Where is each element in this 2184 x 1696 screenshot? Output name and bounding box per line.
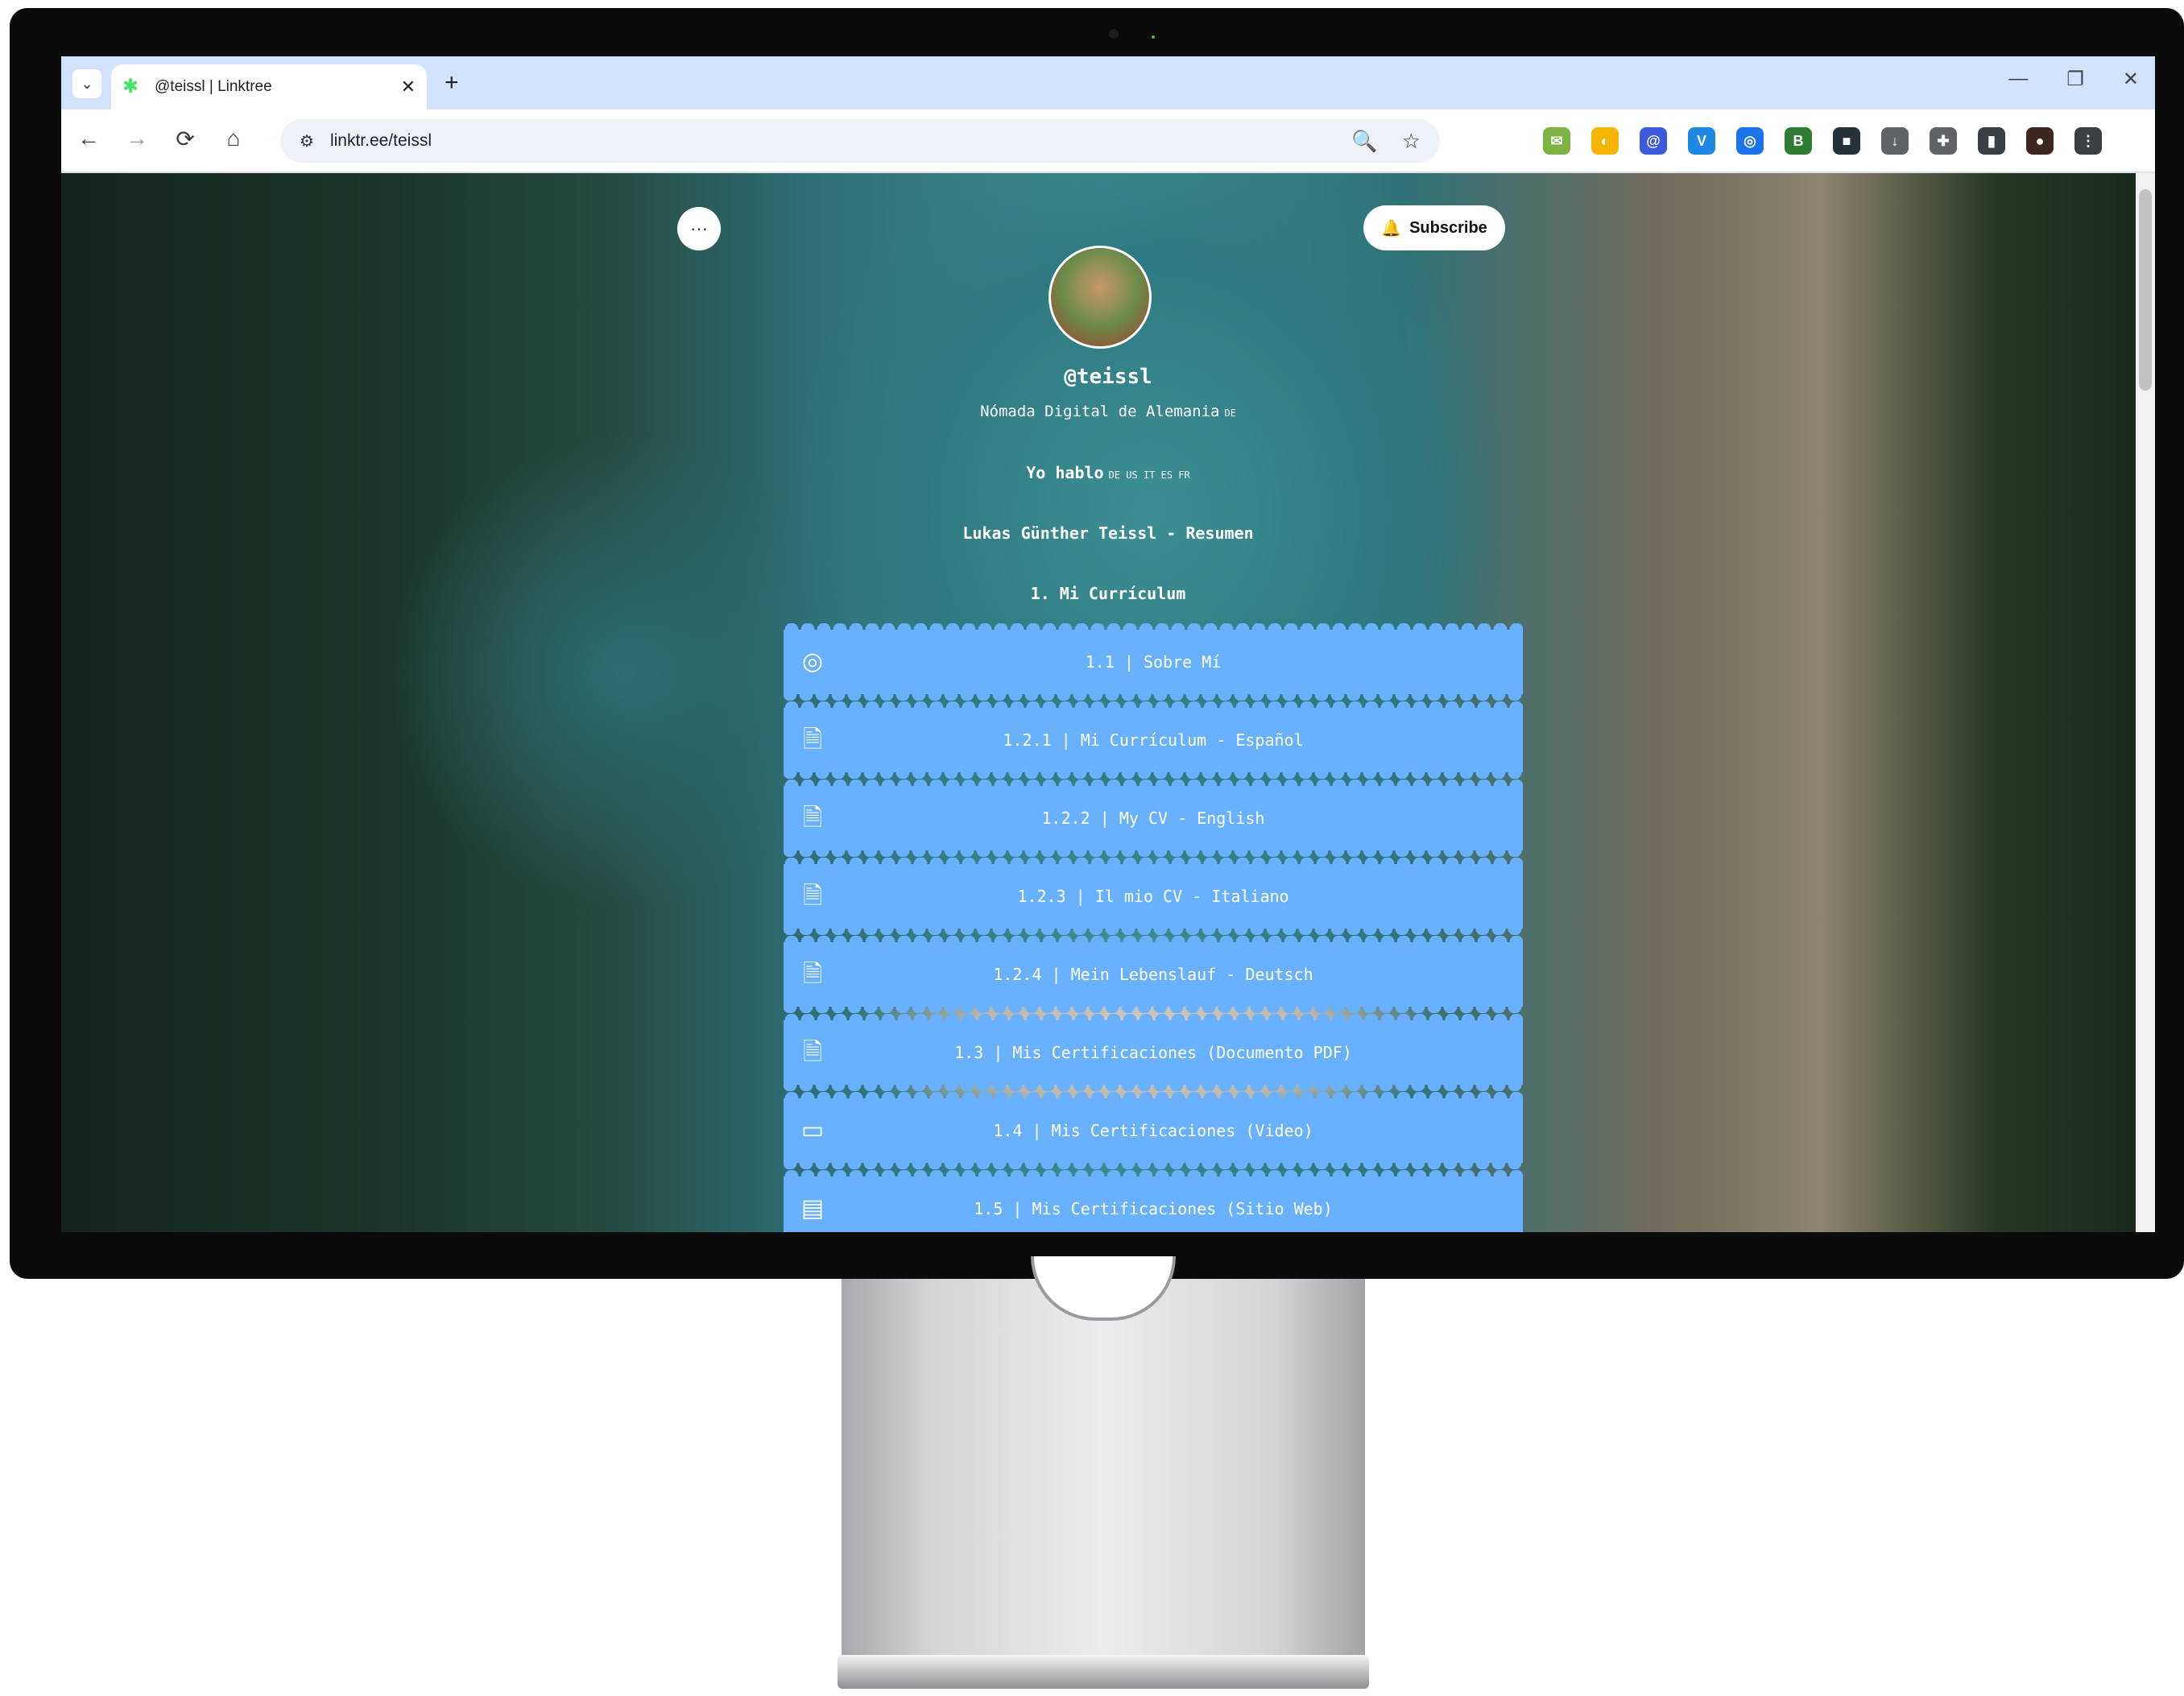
languages-label: Yo hablo (1026, 463, 1104, 482)
link-button[interactable]: 🗎 1.2.3 | Il mio CV - Italiano (784, 858, 1523, 929)
subscribe-button[interactable]: 🔔 Subscribe (1363, 205, 1505, 250)
link-label: 1.3 | Mis Certificaciones (Documento PDF… (954, 1043, 1352, 1062)
profile-bio: Nómada Digital de Alemania DE (61, 403, 2155, 420)
link-label: 1.2.3 | Il mio CV - Italiano (1017, 887, 1289, 906)
browser-toolbar: ← → ⟳ ⌂ ⚙ linktr.ee/teissl 🔍 ☆ ✉ ◐ @ V ◎ B ■ ↓ ✚… (61, 110, 2155, 172)
back-icon[interactable]: ← (72, 126, 105, 151)
zoom-icon[interactable]: 🔍 (1351, 129, 1377, 154)
home-icon[interactable]: ⌂ (217, 126, 250, 151)
document-icon: 🗎 (802, 726, 823, 753)
restore-icon[interactable]: ❐ (2066, 68, 2084, 91)
forward-icon[interactable]: → (121, 126, 153, 151)
puzzle-extensions-icon[interactable]: ✚ (1930, 127, 1957, 155)
bookmark-star-icon[interactable]: ☆ (1402, 129, 1421, 154)
subscribe-label: Subscribe (1409, 218, 1487, 237)
link-label: 1.2.4 | Mein Lebenslauf - Deutsch (993, 965, 1313, 984)
germany-flag-icon: DE (1224, 407, 1236, 419)
link-label: 1.5 | Mis Certificaciones (Sitio Web) (974, 1199, 1333, 1218)
page-viewport: ··· 🔔 Subscribe @teissl Nómada Digital d… (61, 173, 2155, 1232)
at-extension-icon[interactable]: @ (1640, 127, 1667, 155)
chevron-down-icon[interactable]: ⌄ (72, 69, 101, 98)
monitor-stand-base (838, 1655, 1369, 1689)
link-label: 1.1 | Sobre Mí (1085, 652, 1222, 672)
link-button[interactable]: ▭ 1.4 | Mis Certificaciones (Video) (784, 1092, 1523, 1163)
profile-avatar-icon[interactable]: ● (2026, 127, 2054, 155)
link-label: 1.2.2 | My CV - English (1041, 809, 1265, 828)
url-text[interactable]: linktr.ee/teissl (330, 131, 1327, 151)
camera-icon (1109, 29, 1119, 39)
link-label: 1.2.1 | Mi Currículum - Español (1003, 730, 1304, 750)
address-bar[interactable]: ⚙ linktr.ee/teissl 🔍 ☆ (280, 119, 1440, 163)
close-icon[interactable]: ✕ (401, 77, 416, 97)
inbox-extension-icon[interactable]: ✉ (1543, 127, 1570, 155)
browser-window: ⌄ ✱ @teissl | Linktree ✕ + — ❐ ✕ ← → ⟳ ⌂… (61, 56, 2155, 1232)
section-heading: 1. Mi Currículum (1030, 584, 1186, 603)
tab-bar: ⌄ ✱ @teissl | Linktree ✕ + — ❐ ✕ (61, 56, 2155, 110)
resumen-heading: Lukas Günther Teissl - Resumen (962, 523, 1254, 543)
pacman-extension-icon[interactable]: ◐ (1591, 127, 1619, 155)
document-icon: 🗎 (802, 961, 823, 987)
link-list: ◎ 1.1 | Sobre Mí 🗎 1.2.1 | Mi Currículum - … (784, 623, 1523, 1232)
link-button[interactable]: 🗎 1.3 | Mis Certificaciones (Documento PD… (784, 1014, 1523, 1085)
circle-extension-icon[interactable]: ◎ (1736, 127, 1764, 155)
vimeo-extension-icon[interactable]: V (1688, 127, 1715, 155)
dark-extension-icon[interactable]: ■ (1833, 127, 1860, 155)
chrome-icon: ◎ (801, 648, 824, 675)
tab-linktree[interactable]: ✱ @teissl | Linktree ✕ (111, 64, 427, 110)
link-label: 1.4 | Mis Certificaciones (Video) (993, 1121, 1313, 1140)
site-info-icon[interactable]: ⚙ (300, 131, 314, 151)
more-options-button[interactable]: ··· (677, 207, 721, 250)
profile-handle: @teissl (1064, 365, 1152, 389)
window-close-icon[interactable]: ✕ (2123, 68, 2139, 91)
scrollbar[interactable] (2136, 173, 2155, 1232)
document-icon: 🗎 (802, 1039, 823, 1065)
monitor-stand (842, 1279, 1365, 1657)
link-button[interactable]: ◎ 1.1 | Sobre Mí (784, 623, 1523, 694)
reload-icon[interactable]: ⟳ (169, 126, 201, 152)
link-button[interactable]: 🗎 1.2.2 | My CV - English (784, 780, 1523, 850)
document-icon: 🗎 (802, 805, 823, 831)
languages-line: Yo hablo DE US IT ES FR (61, 463, 2155, 482)
camera-led (1152, 35, 1155, 39)
bio-text: Nómada Digital de Alemania (980, 403, 1220, 420)
minimize-icon[interactable]: — (2008, 68, 2028, 91)
window-controls: — ❐ ✕ (2008, 68, 2139, 91)
language-flags-icon: DE US IT ES FR (1108, 470, 1190, 481)
bell-icon: 🔔 (1381, 219, 1402, 238)
avatar (1049, 246, 1152, 349)
kebab-menu-icon[interactable]: ⋮ (2074, 127, 2102, 155)
side-panel-icon[interactable]: ▮ (1978, 127, 2005, 155)
notebook-icon: ▤ (800, 1195, 825, 1222)
document-icon: 🗎 (802, 883, 823, 909)
b-extension-icon[interactable]: B (1785, 127, 1812, 155)
link-button[interactable]: ▤ 1.5 | Mis Certificaciones (Sitio Web) (784, 1170, 1523, 1232)
tab-title: @teissl | Linktree (155, 78, 272, 95)
monitor-frame: ⌄ ✱ @teissl | Linktree ✕ + — ❐ ✕ ← → ⟳ ⌂… (10, 8, 2184, 1279)
download-icon[interactable]: ↓ (1881, 127, 1909, 155)
video-icon: ▭ (800, 1117, 825, 1144)
extensions-bar: ✉ ◐ @ V ◎ B ■ ↓ ✚ ▮ ● ⋮ (1543, 127, 2102, 155)
new-tab-button[interactable]: + (445, 69, 459, 97)
link-button[interactable]: 🗎 1.2.4 | Mein Lebenslauf - Deutsch (784, 936, 1523, 1007)
scrollbar-thumb[interactable] (2139, 189, 2152, 391)
link-button[interactable]: 🗎 1.2.1 | Mi Currículum - Español (784, 701, 1523, 772)
linktree-logo-icon: ✱ (122, 76, 139, 97)
